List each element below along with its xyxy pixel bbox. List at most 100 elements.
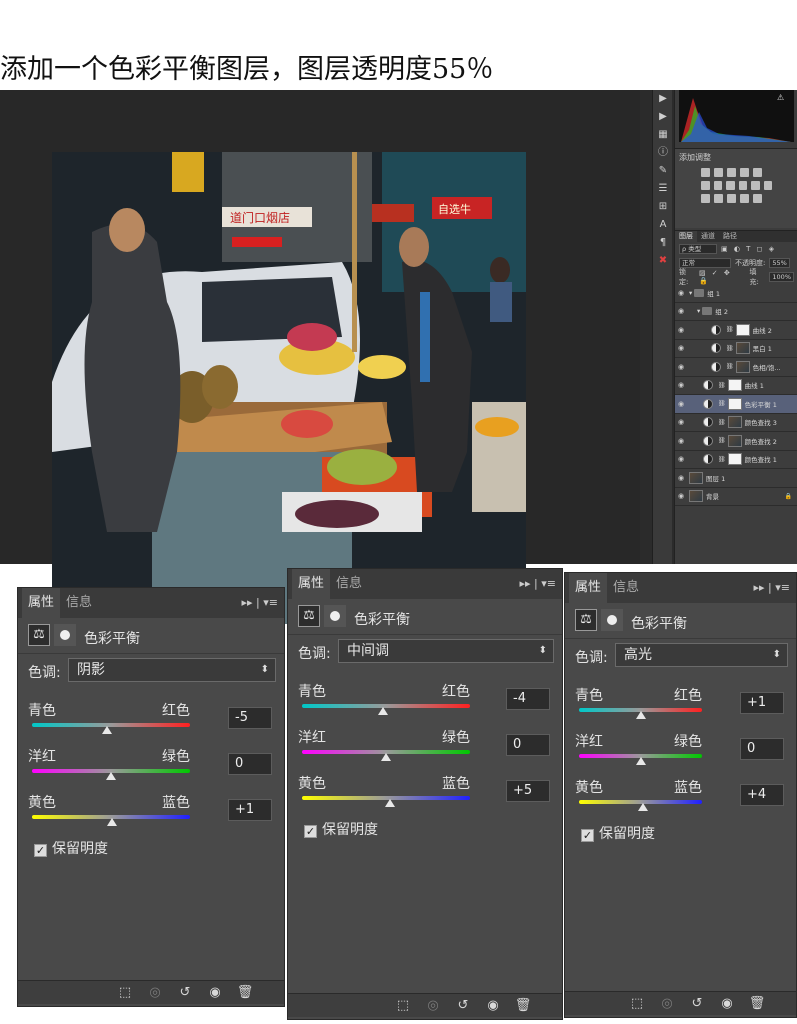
- layer-mask-thumbnail[interactable]: [727, 453, 742, 466]
- slider-value-input[interactable]: +1: [740, 692, 784, 714]
- color-balance-icon[interactable]: [713, 181, 722, 190]
- clone-icon[interactable]: ⊞: [653, 198, 673, 216]
- vibrance-icon[interactable]: [753, 168, 762, 177]
- visibility-eye-icon[interactable]: ◉: [675, 381, 687, 389]
- visibility-eye-icon[interactable]: ◉: [206, 984, 224, 1002]
- tab-info[interactable]: 信息: [330, 569, 368, 599]
- view-previous-icon[interactable]: ◎: [146, 984, 164, 1002]
- checkmark-icon[interactable]: ✓: [34, 844, 47, 857]
- layer-row[interactable]: ◉ ⛓ 曲线 2: [675, 321, 797, 340]
- slider-value-input[interactable]: 0: [740, 738, 784, 760]
- group-expand-icon[interactable]: ▾: [689, 289, 692, 297]
- preserve-luminosity-checkbox[interactable]: ✓ 保留明度: [304, 819, 378, 839]
- visibility-eye-icon[interactable]: ◉: [675, 363, 687, 371]
- group-expand-icon[interactable]: ▾: [697, 307, 700, 315]
- trash-icon[interactable]: 🗑: [514, 997, 532, 1015]
- tone-select[interactable]: 中间调 ⬍: [338, 639, 554, 663]
- layer-row[interactable]: ◉ ▾ 组 2: [675, 303, 797, 321]
- visibility-eye-icon[interactable]: ◉: [675, 289, 687, 297]
- layer-row[interactable]: ◉ ⛓ 色彩平衡 1: [675, 395, 797, 414]
- tone-select[interactable]: 阴影 ⬍: [68, 658, 276, 682]
- tab-info[interactable]: 信息: [60, 588, 98, 618]
- type-icon[interactable]: A: [653, 216, 673, 234]
- visibility-eye-icon[interactable]: ◉: [484, 997, 502, 1015]
- checkmark-icon[interactable]: ✓: [581, 829, 594, 842]
- slider-thumb[interactable]: [106, 818, 117, 826]
- canvas-area[interactable]: 道门口烟店 自选牛: [0, 90, 640, 624]
- mask-icon[interactable]: [54, 624, 76, 646]
- brightness-icon[interactable]: [701, 168, 710, 177]
- lock-icons[interactable]: ▨ ✓ ✥ 🔒: [699, 269, 746, 285]
- invert-icon[interactable]: [701, 194, 710, 203]
- threshold-icon[interactable]: [727, 194, 736, 203]
- layer-mask-thumbnail[interactable]: [727, 397, 742, 410]
- slider-thumb[interactable]: [635, 757, 646, 765]
- lock-icon[interactable]: 🔒: [785, 493, 792, 500]
- tab-info[interactable]: 信息: [607, 573, 645, 603]
- visibility-eye-icon[interactable]: ◉: [675, 307, 687, 315]
- layer-row[interactable]: ◉ ⛓ 黑白 1: [675, 340, 797, 358]
- slider-thumb[interactable]: [102, 726, 112, 734]
- tab-properties[interactable]: 属性: [292, 569, 331, 599]
- chain-link-icon[interactable]: ⛓: [726, 345, 734, 352]
- chain-link-icon[interactable]: ⛓: [718, 419, 726, 426]
- warning-icon[interactable]: ⚠: [777, 93, 784, 102]
- slider-value-input[interactable]: +4: [740, 784, 784, 806]
- mask-icon[interactable]: [601, 609, 623, 631]
- trash-icon[interactable]: 🗑: [236, 984, 254, 1002]
- exposure-icon[interactable]: [740, 168, 749, 177]
- slider-value-input[interactable]: 0: [506, 734, 550, 756]
- paragraph-icon[interactable]: ¶: [653, 234, 673, 252]
- layer-mask-thumbnail[interactable]: [727, 379, 742, 392]
- color-lookup-icon[interactable]: [763, 181, 772, 190]
- kind-filter-select[interactable]: ρ 类型: [679, 244, 717, 254]
- chain-link-icon[interactable]: ⛓: [718, 456, 726, 463]
- panel-menu-icon[interactable]: ▸▸ | ▾≡: [520, 569, 556, 599]
- posterize-icon[interactable]: [714, 194, 723, 203]
- chain-link-icon[interactable]: ⛓: [718, 400, 726, 407]
- layer-row[interactable]: ◉ ⛓ 颜色查找 1: [675, 451, 797, 469]
- mask-icon[interactable]: [324, 605, 346, 627]
- slider-thumb[interactable]: [377, 707, 388, 715]
- slider-value-input[interactable]: -5: [228, 707, 272, 729]
- preserve-luminosity-checkbox[interactable]: ✓ 保留明度: [34, 838, 108, 858]
- tab-channels[interactable]: 通道: [697, 231, 719, 242]
- swatch-icon[interactable]: ▦: [653, 126, 673, 144]
- photo-filter-icon[interactable]: [738, 181, 747, 190]
- triangle-right-icon[interactable]: ▶: [653, 90, 673, 108]
- visibility-eye-icon[interactable]: ◉: [675, 344, 687, 352]
- tab-layers[interactable]: 图层: [675, 231, 697, 242]
- tab-properties[interactable]: 属性: [569, 573, 608, 603]
- panel-menu-icon[interactable]: ▸▸ | ▾≡: [754, 573, 790, 603]
- levels-icon[interactable]: [714, 168, 723, 177]
- visibility-eye-icon[interactable]: ◉: [675, 437, 687, 445]
- play-icon[interactable]: ▶: [653, 108, 673, 126]
- sliders-icon[interactable]: ☰: [653, 180, 673, 198]
- info-icon[interactable]: ⓘ: [653, 144, 673, 162]
- view-previous-icon[interactable]: ◎: [658, 995, 676, 1013]
- visibility-eye-icon[interactable]: ◉: [675, 474, 687, 482]
- trash-icon[interactable]: 🗑: [748, 995, 766, 1013]
- slider-value-input[interactable]: -4: [506, 688, 550, 710]
- view-previous-icon[interactable]: ◎: [424, 997, 442, 1015]
- visibility-eye-icon[interactable]: ◉: [675, 326, 687, 334]
- layer-mask-thumbnail[interactable]: [735, 323, 750, 336]
- slider-thumb[interactable]: [385, 799, 396, 807]
- slider-value-input[interactable]: +5: [506, 780, 550, 802]
- clip-to-layer-icon[interactable]: ⬚: [394, 997, 412, 1015]
- tab-paths[interactable]: 路径: [719, 231, 741, 242]
- reset-icon[interactable]: ↺: [688, 995, 706, 1013]
- slider-value-input[interactable]: 0: [228, 753, 272, 775]
- brush-icon[interactable]: ✎: [653, 162, 673, 180]
- reset-icon[interactable]: ↺: [176, 984, 194, 1002]
- preserve-luminosity-checkbox[interactable]: ✓ 保留明度: [581, 823, 655, 843]
- channel-mixer-icon[interactable]: [751, 181, 760, 190]
- visibility-eye-icon[interactable]: ◉: [718, 995, 736, 1013]
- layer-mask-thumbnail[interactable]: [735, 342, 750, 355]
- slider-thumb[interactable]: [636, 711, 647, 719]
- clip-to-layer-icon[interactable]: ⬚: [116, 984, 134, 1002]
- visibility-eye-icon[interactable]: ◉: [675, 492, 687, 500]
- chain-link-icon[interactable]: ⛓: [726, 363, 734, 370]
- reset-icon[interactable]: ↺: [454, 997, 472, 1015]
- visibility-eye-icon[interactable]: ◉: [675, 418, 687, 426]
